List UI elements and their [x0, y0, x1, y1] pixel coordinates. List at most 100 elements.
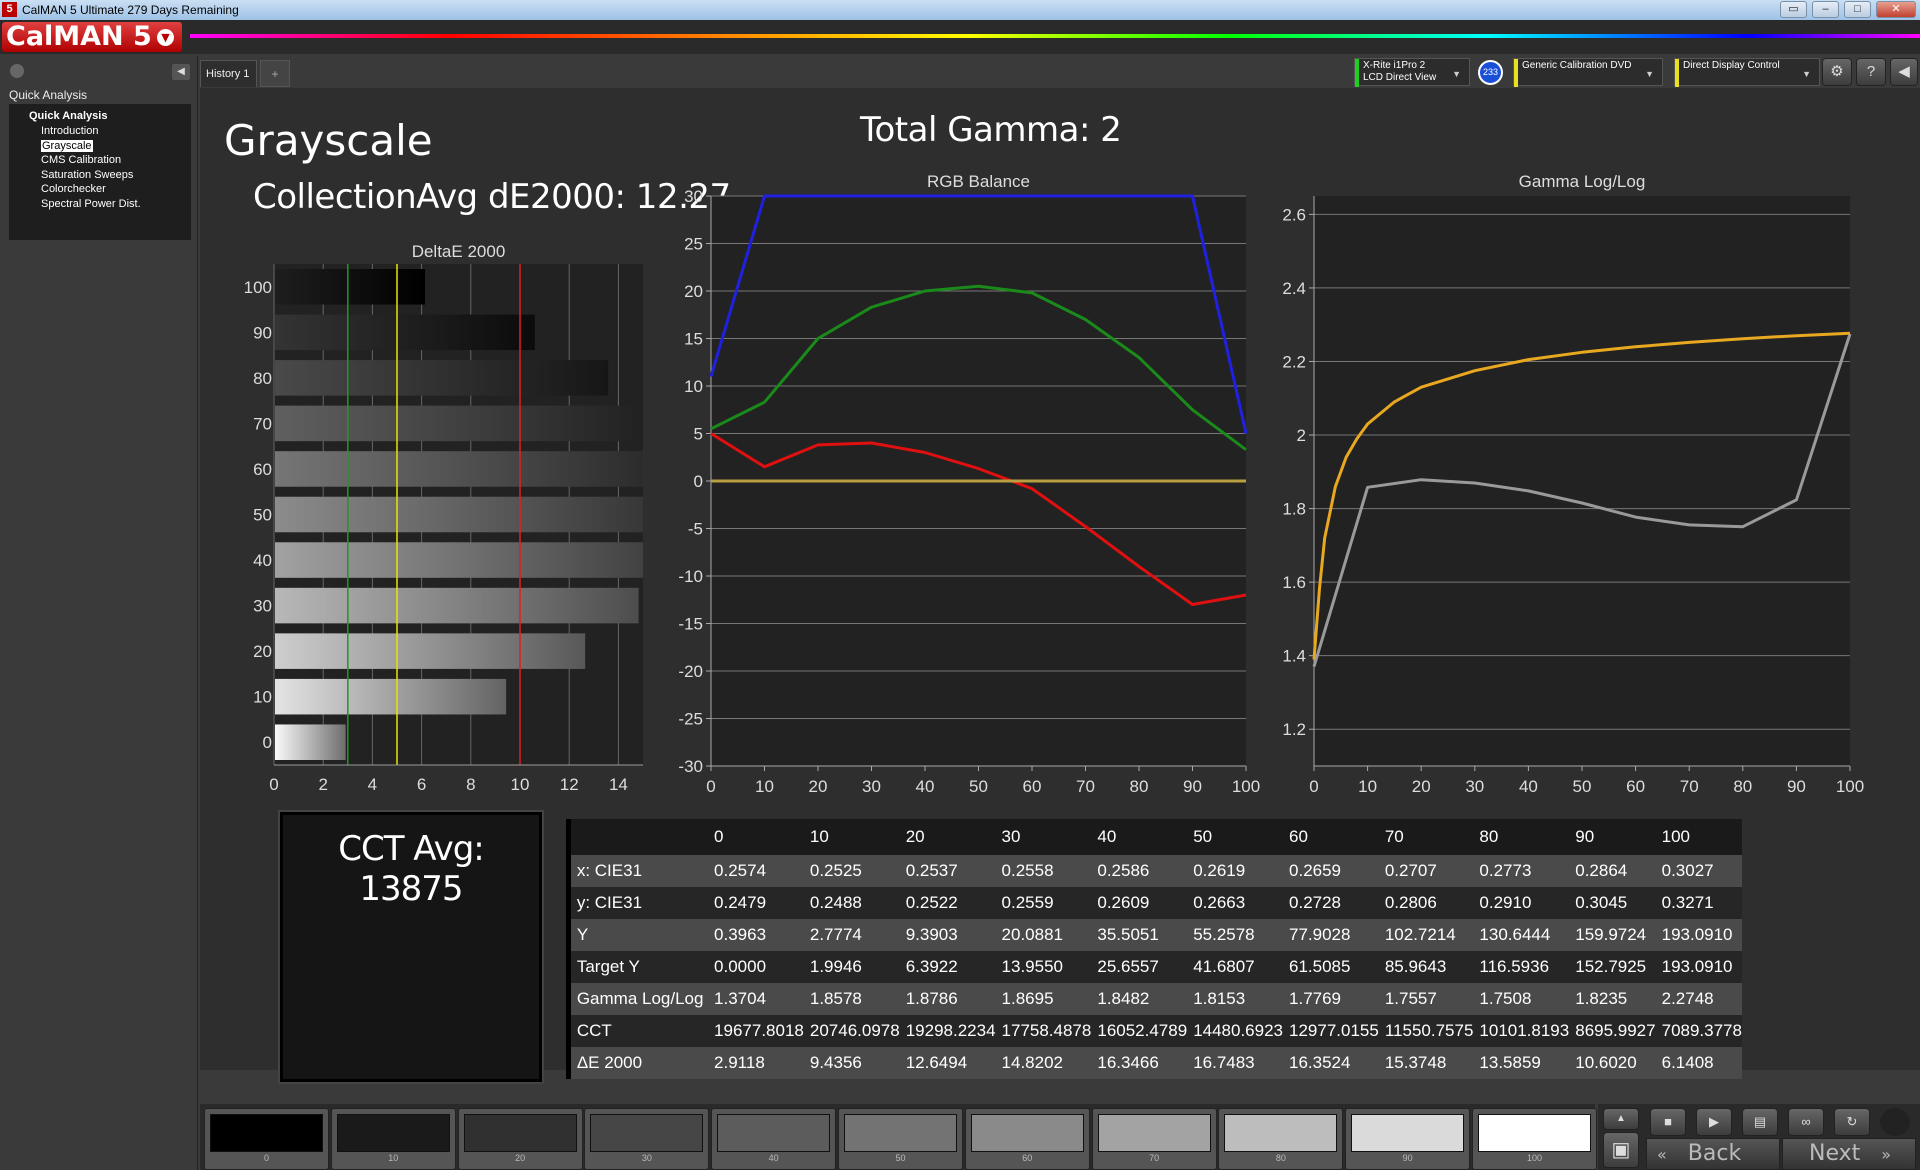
eject-icon[interactable]: ▲	[1603, 1108, 1639, 1130]
deltae-xtick: 2	[318, 775, 327, 794]
table-cell: 12977.0155	[1283, 1015, 1379, 1047]
row-label: Target Y	[570, 951, 709, 983]
table-row: Gamma Log/Log 1.3704 1.8578 1.8786 1.8695 1.8…	[566, 983, 1742, 1015]
swatch-50[interactable]: 50	[838, 1108, 963, 1170]
deltae-xtick: 12	[560, 775, 579, 794]
save-icon[interactable]: ▤	[1742, 1108, 1778, 1136]
rgb-balance-xtick: 50	[969, 777, 988, 796]
stop-icon[interactable]: ■	[1650, 1108, 1686, 1136]
loop-icon[interactable]: ∞	[1788, 1108, 1824, 1136]
gamma-xtick: 60	[1626, 777, 1645, 796]
deltae-ytick: 50	[253, 506, 272, 525]
swatch-60[interactable]: 60	[964, 1108, 1090, 1170]
gamma-xtick: 40	[1519, 777, 1538, 796]
rgb-balance-ytick: 30	[684, 187, 703, 206]
table-header-cell[interactable]: 20	[899, 819, 996, 855]
swatch-30[interactable]: 30	[584, 1108, 710, 1170]
rgb-balance-ytick: 10	[684, 377, 703, 396]
swatch-0[interactable]: 0	[204, 1108, 329, 1170]
table-cell: 17758.4878	[995, 1015, 1092, 1047]
table-cell: 1.7769	[1283, 983, 1379, 1015]
table-cell: 0.2707	[1378, 855, 1474, 887]
next-button[interactable]: Next »	[1782, 1138, 1916, 1170]
table-cell: 14480.6923	[1187, 1015, 1284, 1047]
table-cell: 193.0910	[1655, 951, 1742, 983]
table-header-cell[interactable]: 50	[1187, 819, 1284, 855]
table-cell: 0.2609	[1091, 887, 1188, 919]
table-header-cell[interactable]: 70	[1378, 819, 1474, 855]
swatch-label: 90	[1402, 1153, 1413, 1163]
play-icon[interactable]: ▶	[1696, 1108, 1732, 1136]
swatch-40[interactable]: 40	[711, 1108, 837, 1170]
swatch-chip	[1224, 1114, 1338, 1152]
table-cell: 0.2558	[995, 855, 1092, 887]
deltae-title: DeltaE 2000	[412, 242, 506, 261]
swatch-chip	[210, 1114, 323, 1152]
swatch-20[interactable]: 20	[457, 1108, 583, 1170]
gamma-xtick: 20	[1412, 777, 1431, 796]
deltae-bar	[275, 269, 426, 305]
deltae-ytick: 10	[253, 688, 272, 707]
table-cell: 0.2586	[1091, 855, 1188, 887]
table-header-cell[interactable]: 40	[1091, 819, 1188, 855]
table-cell: 0.2479	[708, 887, 804, 919]
swatch-10[interactable]: 10	[330, 1108, 456, 1170]
table-row: ΔE 2000 2.9118 9.4356 12.6494 14.8202 16.3466…	[566, 1047, 1742, 1079]
rgb-balance-xtick: 100	[1232, 777, 1260, 796]
gamma-xtick: 0	[1309, 777, 1318, 796]
rgb-balance-xtick: 60	[1023, 777, 1042, 796]
next-arrows-icon: »	[1881, 1145, 1892, 1164]
swatch-chip	[336, 1114, 450, 1152]
data-table: 0 10 20 30 40 50 60 70 80 90 100 x: CIE31 0.2574 0.25…	[566, 819, 1742, 1079]
deltae-xtick: 6	[417, 775, 426, 794]
table-cell: 0.0000	[708, 951, 804, 983]
table-header-cell[interactable]: 100	[1655, 819, 1742, 855]
gamma-xtick: 70	[1680, 777, 1699, 796]
table-cell: 35.5051	[1091, 919, 1188, 951]
row-label: x: CIE31	[570, 855, 709, 887]
back-button[interactable]: « Back	[1646, 1138, 1780, 1170]
deltae-ytick: 100	[244, 278, 272, 297]
table-header-cell[interactable]: 30	[995, 819, 1092, 855]
gamma-xtick: 100	[1836, 777, 1864, 796]
table-header-cell[interactable]: 80	[1473, 819, 1570, 855]
rgb-balance-title: RGB Balance	[927, 172, 1030, 191]
table-header-cell[interactable]: 10	[803, 819, 900, 855]
table-cell: 1.7508	[1473, 983, 1570, 1015]
rgb-balance-ytick: -5	[688, 520, 703, 539]
deltae-bar	[275, 724, 346, 760]
swatch-100[interactable]: 100	[1472, 1108, 1597, 1170]
rgb-balance-ytick: 0	[694, 472, 703, 491]
table-cell: 61.5085	[1283, 951, 1379, 983]
table-cell: 0.3027	[1655, 855, 1742, 887]
table-cell: 0.2773	[1473, 855, 1570, 887]
swatch-chip	[1097, 1114, 1211, 1152]
refresh-icon[interactable]: ↻	[1834, 1108, 1870, 1136]
gamma-ytick: 1.2	[1282, 720, 1306, 739]
gamma-xtick: 90	[1787, 777, 1806, 796]
table-header-cell[interactable]: 0	[708, 819, 804, 855]
swatch-80[interactable]: 80	[1218, 1108, 1344, 1170]
table-row: CCT 19677.8018 20746.0978 19298.2234 17758.4…	[566, 1015, 1742, 1047]
table-cell: 0.2806	[1378, 887, 1474, 919]
table-cell: 16052.4789	[1091, 1015, 1188, 1047]
gamma-ytick: 2.6	[1282, 205, 1306, 224]
table-cell: 10.6020	[1569, 1047, 1656, 1079]
table-cell: 41.6807	[1187, 951, 1284, 983]
rgb-balance-ytick: 15	[684, 330, 703, 349]
table-cell: 1.9946	[803, 951, 900, 983]
swatch-90[interactable]: 90	[1345, 1108, 1471, 1170]
deltae-ytick: 20	[253, 642, 272, 661]
row-label: ΔE 2000	[570, 1047, 709, 1079]
rgb-balance-ytick: 25	[684, 235, 703, 254]
table-header-cell[interactable]: 60	[1283, 819, 1379, 855]
table-cell: 0.2525	[803, 855, 900, 887]
table-header-cell[interactable]: 90	[1569, 819, 1656, 855]
gamma-ytick: 1.8	[1282, 500, 1306, 519]
swatch-70[interactable]: 70	[1091, 1108, 1217, 1170]
table-cell: 14.8202	[995, 1047, 1092, 1079]
stop-big-icon[interactable]: ▣	[1603, 1132, 1639, 1168]
deltae-xtick: 4	[368, 775, 377, 794]
back-label: Back	[1687, 1141, 1742, 1166]
table-cell: 1.8153	[1187, 983, 1284, 1015]
